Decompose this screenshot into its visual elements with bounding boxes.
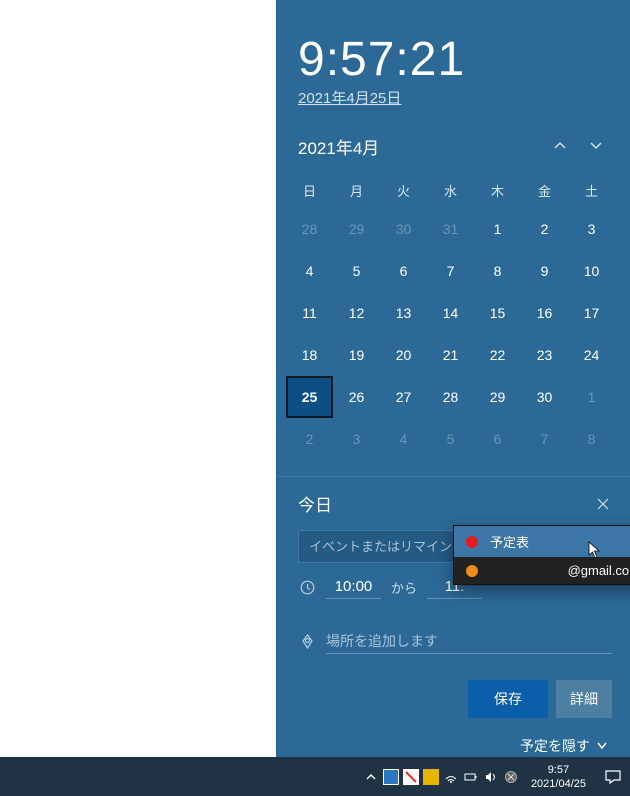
cancel-icon[interactable] bbox=[501, 757, 521, 796]
calendar-day[interactable]: 20 bbox=[380, 334, 427, 376]
chevron-down-icon bbox=[596, 740, 608, 752]
calendar-day[interactable]: 5 bbox=[333, 250, 380, 292]
calendar-day[interactable]: 7 bbox=[521, 418, 568, 460]
calendar-day[interactable]: 7 bbox=[427, 250, 474, 292]
calendar-day[interactable]: 8 bbox=[474, 250, 521, 292]
chevron-down-icon bbox=[589, 139, 603, 153]
calendar-flyout: 9:57:21 2021年4月25日 2021年4月 日月火水木金土 28293… bbox=[276, 0, 630, 757]
calendar-option-label: @gmail.com bbox=[490, 563, 630, 578]
calendar-day[interactable]: 4 bbox=[286, 250, 333, 292]
calendar-day[interactable]: 30 bbox=[521, 376, 568, 418]
action-center-button[interactable] bbox=[596, 757, 630, 796]
calendar-day[interactable]: 1 bbox=[568, 376, 615, 418]
calendar-day[interactable]: 9 bbox=[521, 250, 568, 292]
calendar-day[interactable]: 12 bbox=[333, 292, 380, 334]
battery-icon[interactable] bbox=[461, 757, 481, 796]
start-time-input[interactable] bbox=[326, 575, 381, 599]
tray-app-icon[interactable] bbox=[421, 757, 441, 796]
chevron-up-icon bbox=[553, 139, 567, 153]
calendar-day[interactable]: 17 bbox=[568, 292, 615, 334]
calendar-day[interactable]: 13 bbox=[380, 292, 427, 334]
chevron-up-icon bbox=[364, 770, 378, 784]
calendar-day[interactable]: 3 bbox=[333, 418, 380, 460]
location-icon bbox=[298, 634, 316, 649]
calendar-day[interactable]: 4 bbox=[380, 418, 427, 460]
clock-icon bbox=[298, 580, 316, 595]
calendar-day[interactable]: 15 bbox=[474, 292, 521, 334]
calendar-option[interactable]: @gmail.com bbox=[454, 557, 630, 584]
detail-button[interactable]: 詳細 bbox=[556, 680, 612, 718]
calendar-day[interactable]: 21 bbox=[427, 334, 474, 376]
color-dot-icon bbox=[466, 536, 478, 548]
taskbar: 9:57 2021/04/25 bbox=[0, 757, 630, 796]
calendar-day[interactable]: 11 bbox=[286, 292, 333, 334]
tray-app-icon[interactable] bbox=[401, 757, 421, 796]
calendar-option-label: 予定表 bbox=[490, 532, 529, 551]
calendar-day[interactable]: 1 bbox=[474, 208, 521, 250]
day-of-week-label: 水 bbox=[427, 172, 474, 208]
calendar-day[interactable]: 29 bbox=[474, 376, 521, 418]
calendar-picker-dropdown: 予定表 @gmail.com bbox=[453, 525, 630, 585]
close-button[interactable] bbox=[594, 495, 612, 513]
calendar-day[interactable]: 22 bbox=[474, 334, 521, 376]
calendar-day[interactable]: 14 bbox=[427, 292, 474, 334]
month-label[interactable]: 2021年4月 bbox=[298, 134, 542, 159]
prev-month-button[interactable] bbox=[542, 128, 578, 164]
calendar-day[interactable]: 6 bbox=[474, 418, 521, 460]
calendar-day[interactable]: 8 bbox=[568, 418, 615, 460]
clock-section: 9:57:21 2021年4月25日 bbox=[276, 0, 630, 118]
calendar-day[interactable]: 16 bbox=[521, 292, 568, 334]
close-icon bbox=[597, 498, 609, 510]
clock-time: 9:57:21 bbox=[298, 32, 630, 87]
wifi-icon[interactable] bbox=[441, 757, 461, 796]
notification-icon bbox=[605, 770, 621, 784]
day-of-week-label: 月 bbox=[333, 172, 380, 208]
location-input[interactable] bbox=[326, 629, 612, 654]
agenda-section: 今日 から 保存 詳細 予定を隠す bbox=[276, 476, 630, 766]
calendar-day[interactable]: 29 bbox=[333, 208, 380, 250]
calendar-day[interactable]: 10 bbox=[568, 250, 615, 292]
taskbar-clock[interactable]: 9:57 2021/04/25 bbox=[521, 763, 596, 791]
clock-date-link[interactable]: 2021年4月25日 bbox=[298, 90, 401, 107]
tray-overflow-button[interactable] bbox=[361, 757, 381, 796]
volume-icon[interactable] bbox=[481, 757, 501, 796]
time-to-label: から bbox=[391, 578, 417, 597]
calendar-day[interactable]: 3 bbox=[568, 208, 615, 250]
day-of-week-label: 金 bbox=[521, 172, 568, 208]
color-dot-icon bbox=[466, 565, 478, 577]
month-header: 2021年4月 bbox=[276, 118, 630, 172]
calendar-day[interactable]: 23 bbox=[521, 334, 568, 376]
calendar-day[interactable]: 19 bbox=[333, 334, 380, 376]
agenda-title: 今日 bbox=[298, 491, 594, 516]
calendar-day[interactable]: 24 bbox=[568, 334, 615, 376]
day-of-week-label: 日 bbox=[286, 172, 333, 208]
calendar-option[interactable]: 予定表 bbox=[454, 526, 630, 557]
calendar-day[interactable]: 26 bbox=[333, 376, 380, 418]
calendar-day-today[interactable]: 25 bbox=[286, 376, 333, 418]
calendar-day[interactable]: 6 bbox=[380, 250, 427, 292]
button-row: 保存 詳細 bbox=[298, 680, 612, 718]
calendar-day[interactable]: 27 bbox=[380, 376, 427, 418]
calendar-day[interactable]: 30 bbox=[380, 208, 427, 250]
next-month-button[interactable] bbox=[578, 128, 614, 164]
calendar-day[interactable]: 28 bbox=[286, 208, 333, 250]
save-button[interactable]: 保存 bbox=[468, 680, 548, 718]
location-row bbox=[298, 629, 612, 654]
calendar-day[interactable]: 5 bbox=[427, 418, 474, 460]
calendar-day[interactable]: 2 bbox=[521, 208, 568, 250]
day-of-week-label: 土 bbox=[568, 172, 615, 208]
calendar-day[interactable]: 18 bbox=[286, 334, 333, 376]
calendar-day[interactable]: 2 bbox=[286, 418, 333, 460]
calendar-day[interactable]: 28 bbox=[427, 376, 474, 418]
day-of-week-label: 火 bbox=[380, 172, 427, 208]
tray-app-icon[interactable] bbox=[381, 757, 401, 796]
calendar-day[interactable]: 31 bbox=[427, 208, 474, 250]
calendar-grid: 日月火水木金土 28293031123456789101112131415161… bbox=[276, 172, 630, 460]
day-of-week-label: 木 bbox=[474, 172, 521, 208]
system-tray: 9:57 2021/04/25 bbox=[361, 757, 630, 796]
